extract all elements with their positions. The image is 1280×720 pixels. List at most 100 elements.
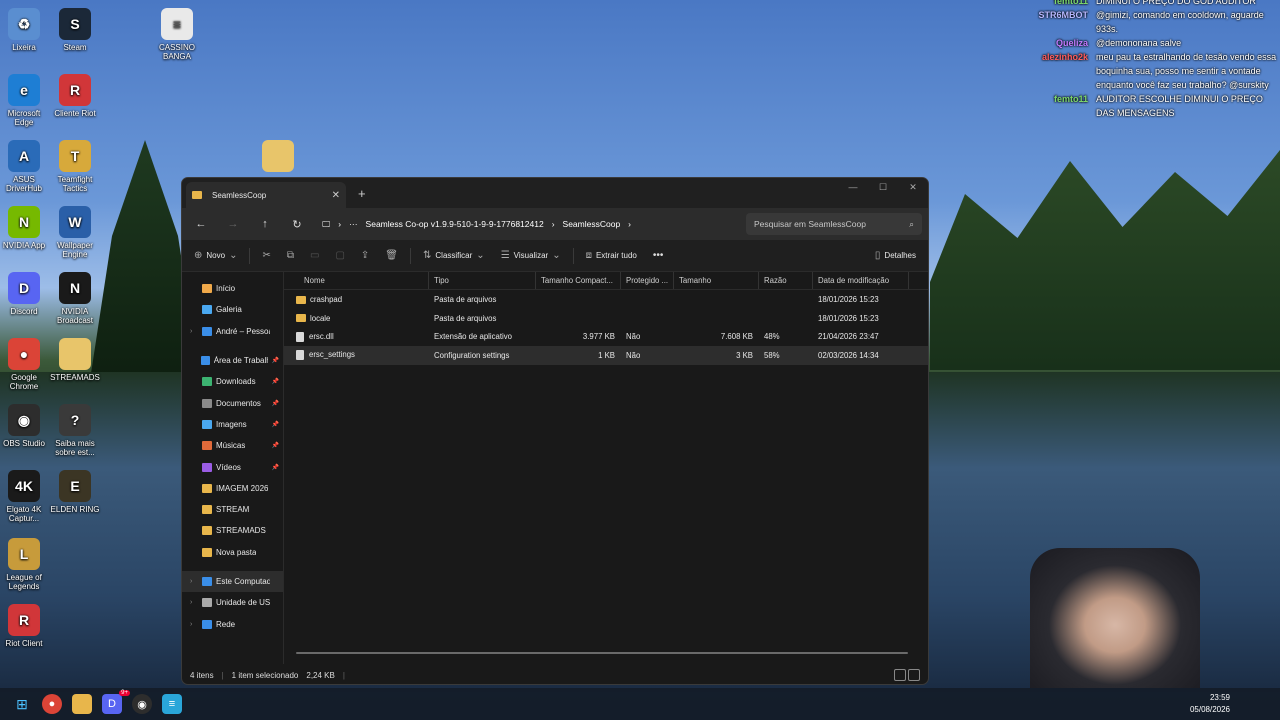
- sidebar-item-streamads[interactable]: STREAMADS: [182, 520, 283, 541]
- more-options-button[interactable]: •••: [649, 250, 668, 261]
- file-explorer-taskbar-icon[interactable]: [72, 694, 92, 714]
- up-button[interactable]: ↑: [252, 213, 278, 235]
- tiles-view-button[interactable]: [908, 669, 920, 681]
- desktop-icon-streamads[interactable]: STREAMADS: [49, 338, 101, 382]
- chrome-taskbar-icon[interactable]: ●: [42, 694, 62, 714]
- taskbar: ⊞ ● D 9+ ◉ ≡ 23:59 05/08/2026: [0, 688, 1280, 720]
- column-header[interactable]: Tamanho Compact...: [536, 272, 621, 289]
- desktop-icon-discord[interactable]: D Discord: [0, 272, 50, 316]
- file-name-cell[interactable]: crashpad: [284, 295, 429, 304]
- column-header[interactable]: Tamanho: [674, 272, 759, 289]
- pin-icon[interactable]: 📌: [272, 400, 283, 407]
- file-name-cell[interactable]: ersc_settings: [284, 350, 429, 361]
- start-button[interactable]: ⊞: [12, 694, 32, 714]
- sidebar-item-in-cio[interactable]: Início: [182, 278, 283, 299]
- chevron-right-icon[interactable]: ›: [190, 578, 198, 585]
- breadcrumb-item[interactable]: Seamless Co-op v1.9.9-510-1-9-9-17768124…: [366, 219, 544, 229]
- column-header[interactable]: Data de modificação: [813, 272, 909, 289]
- horizontal-scrollbar[interactable]: [296, 652, 908, 654]
- sidebar-item-stream[interactable]: STREAM: [182, 499, 283, 520]
- delete-button[interactable]: 🗑: [381, 250, 402, 261]
- desktop-icon-teamfight-tactics[interactable]: T Teamfight Tactics: [49, 140, 101, 193]
- breadcrumb-item[interactable]: SeamlessCoop: [563, 219, 621, 229]
- search-input[interactable]: Pesquisar em SeamlessCoop ⌕: [746, 213, 922, 235]
- file-row[interactable]: ersc.dll Extensão de aplicativo 3.977 KB Nã…: [284, 327, 928, 346]
- desktop-folder-icon[interactable]: [252, 140, 304, 175]
- desktop-icon-wallpaper-engine[interactable]: W Wallpaper Engine: [49, 206, 101, 259]
- file-row[interactable]: crashpad Pasta de arquivos 18/01/2026 15:2…: [284, 290, 928, 309]
- sidebar-item-rede[interactable]: › Rede: [182, 613, 283, 634]
- learn-more-icon: ?: [59, 404, 91, 436]
- desktop-icon-nvidia-app[interactable]: N NVIDIA App: [0, 206, 50, 250]
- pin-icon[interactable]: 📌: [272, 421, 283, 428]
- more-path-icon[interactable]: ···: [349, 219, 358, 229]
- file-row[interactable]: ersc_settings Configuration settings 1 KB N…: [284, 346, 928, 365]
- sidebar-item-andr-pessoal[interactable]: › André – Pessoal: [182, 321, 283, 342]
- desktop-icon-steam[interactable]: S Steam: [49, 8, 101, 52]
- sidebar-item-v-deos[interactable]: Vídeos 📌: [182, 456, 283, 477]
- maximize-button[interactable]: ☐: [868, 178, 898, 196]
- paste-button[interactable]: ▭: [306, 250, 323, 261]
- pin-icon[interactable]: 📌: [272, 357, 283, 364]
- sidebar-item-galeria[interactable]: Galeria: [182, 299, 283, 320]
- cut-button[interactable]: ✂: [258, 250, 274, 261]
- system-clock[interactable]: 23:59 05/08/2026: [1190, 692, 1230, 716]
- desktop-icon-microsoft-edge[interactable]: e Microsoft Edge: [0, 74, 50, 127]
- minimize-button[interactable]: —: [838, 178, 868, 196]
- rename-button[interactable]: ▢: [331, 250, 348, 261]
- sidebar-item-nova-pasta[interactable]: Nova pasta: [182, 542, 283, 563]
- desktop-icon-cassino-banga[interactable]: ≡ CASSINO BANGA: [151, 8, 203, 61]
- file-row[interactable]: locale Pasta de arquivos 18/01/2026 15:23: [284, 309, 928, 328]
- column-header[interactable]: Razão: [759, 272, 813, 289]
- column-header[interactable]: Tipo: [429, 272, 536, 289]
- chevron-right-icon[interactable]: ›: [190, 621, 198, 628]
- chevron-right-icon[interactable]: ›: [190, 599, 198, 606]
- sidebar-item-este-computador[interactable]: › Este Computador: [182, 570, 283, 593]
- notepad-taskbar-icon[interactable]: ≡: [162, 694, 182, 714]
- desktop-icon-saiba-mais-sobre-est-[interactable]: ? Saiba mais sobre est...: [49, 404, 101, 457]
- sort-button[interactable]: ⇅ Classificar ⌄: [419, 250, 489, 261]
- back-button[interactable]: ←: [188, 213, 214, 235]
- sidebar-item-m-sicas[interactable]: Músicas 📌: [182, 435, 283, 456]
- refresh-button[interactable]: ↻: [284, 213, 310, 235]
- details-view-button[interactable]: [894, 669, 906, 681]
- desktop-icon-nvidia-broadcast[interactable]: N NVIDIA Broadcast: [49, 272, 101, 325]
- column-header[interactable]: Nome: [284, 272, 429, 289]
- desktop-icon-asus-driverhub[interactable]: A ASUS DriverHub: [0, 140, 50, 193]
- file-name-cell[interactable]: ersc.dll: [284, 331, 429, 342]
- new-tab-button[interactable]: +: [358, 186, 366, 201]
- sidebar-item-imagens[interactable]: Imagens 📌: [182, 414, 283, 435]
- pin-icon[interactable]: 📌: [272, 464, 283, 471]
- discord-taskbar-icon[interactable]: D 9+: [102, 690, 130, 714]
- sidebar-item-documentos[interactable]: Documentos 📌: [182, 392, 283, 413]
- copy-button[interactable]: ⧉: [283, 250, 298, 261]
- pin-icon[interactable]: 📌: [272, 378, 283, 385]
- share-button[interactable]: ⇪: [357, 250, 373, 261]
- sidebar-item-downloads[interactable]: Downloads 📌: [182, 371, 283, 392]
- pin-icon[interactable]: 📌: [272, 442, 283, 449]
- obs-taskbar-icon[interactable]: ◉: [132, 694, 152, 714]
- desktop-icon-cliente-riot[interactable]: R Cliente Riot: [49, 74, 101, 118]
- desktop-icon-elden-ring[interactable]: E ELDEN RING: [49, 470, 101, 514]
- close-window-button[interactable]: ✕: [898, 178, 928, 196]
- desktop-icon-obs-studio[interactable]: ◉ OBS Studio: [0, 404, 50, 448]
- close-tab-icon[interactable]: ✕: [332, 190, 340, 201]
- file-name-cell[interactable]: locale: [284, 314, 429, 323]
- address-bar[interactable]: 🖵 › ··· Seamless Co-op v1.9.9-510-1-9-9-…: [316, 213, 740, 235]
- details-button[interactable]: ▯ Detalhes: [871, 250, 920, 261]
- desktop-icon-riot-client[interactable]: R Riot Client: [0, 604, 50, 648]
- desktop-icon-elgato-4k-captur-[interactable]: 4K Elgato 4K Captur...: [0, 470, 50, 523]
- forward-button[interactable]: →: [220, 213, 246, 235]
- column-header[interactable]: Protegido ...: [621, 272, 674, 289]
- desktop-icon-league-of-legends[interactable]: L League of Legends: [0, 538, 50, 591]
- new-button[interactable]: ⊕ Novo ⌄: [190, 250, 241, 261]
- sidebar-item-imagem-2026[interactable]: IMAGEM 2026: [182, 478, 283, 499]
- sidebar-item-unidade-de-usb[interactable]: › Unidade de USB: [182, 592, 283, 613]
- sidebar-item--rea-de-trabalho[interactable]: Área de Trabalho 📌: [182, 350, 283, 371]
- view-button[interactable]: ☰ Visualizar ⌄: [497, 250, 565, 261]
- tab-seamlesscoop[interactable]: SeamlessCoop ✕: [186, 182, 346, 208]
- desktop-icon-google-chrome[interactable]: ● Google Chrome: [0, 338, 50, 391]
- chevron-right-icon[interactable]: ›: [190, 328, 198, 335]
- desktop-icon-lixeira[interactable]: ♻ Lixeira: [0, 8, 50, 52]
- extract-all-button[interactable]: ⧈ Extrair tudo: [582, 250, 641, 261]
